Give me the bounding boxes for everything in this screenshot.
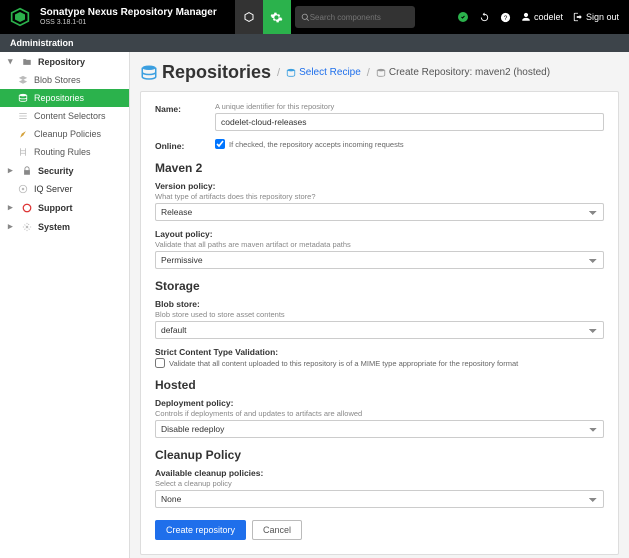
layout-policy-label: Layout policy:: [155, 229, 604, 239]
sidebar-group-security[interactable]: ▸ Security: [0, 161, 129, 180]
sidebar-item-iq-server[interactable]: IQ Server: [0, 180, 129, 198]
product-version: OSS 3.18.1-01: [40, 19, 217, 26]
online-label: Online:: [155, 139, 215, 151]
search-box[interactable]: [295, 6, 415, 28]
browse-mode-button[interactable]: [235, 0, 263, 34]
strict-validation-hint: Validate that all content uploaded to th…: [169, 359, 518, 368]
chevron-right-icon: ▸: [8, 202, 16, 213]
sidebar-item-blob-stores[interactable]: Blob Stores: [0, 71, 129, 89]
app-header: Sonatype Nexus Repository Manager OSS 3.…: [0, 0, 629, 34]
blob-store-label: Blob store:: [155, 299, 604, 309]
chevron-down-icon: ▾: [8, 56, 16, 67]
help-button[interactable]: ?: [500, 12, 511, 23]
sidebar-group-support[interactable]: ▸ Support: [0, 198, 129, 217]
sidebar-group-system[interactable]: ▸ System: [0, 217, 129, 236]
folder-icon: [22, 57, 32, 67]
blob-store-hint: Blob store used to store asset contents: [155, 310, 604, 319]
breadcrumb-current: Create Repository: maven2 (hosted): [376, 67, 550, 78]
version-policy-hint: What type of artifacts does this reposit…: [155, 192, 604, 201]
deploy-policy-label: Deployment policy:: [155, 398, 604, 408]
version-policy-label: Version policy:: [155, 181, 604, 191]
broom-icon: [18, 129, 28, 139]
form-panel: Name: A unique identifier for this repos…: [140, 91, 619, 555]
online-checkbox[interactable]: [215, 139, 225, 149]
signout-button[interactable]: Sign out: [573, 12, 619, 22]
lock-icon: [22, 166, 32, 176]
cleanup-policies-select[interactable]: None: [155, 490, 604, 508]
layout-policy-hint: Validate that all paths are maven artifa…: [155, 240, 604, 249]
list-icon: [18, 111, 28, 121]
username-label: codelet: [534, 12, 563, 22]
section-hosted: Hosted: [155, 378, 604, 392]
database-small-icon: [376, 68, 386, 78]
user-icon: [521, 12, 531, 22]
sidebar-item-repositories[interactable]: Repositories: [0, 89, 129, 107]
name-input[interactable]: [215, 113, 604, 131]
cleanup-policies-label: Available cleanup policies:: [155, 468, 604, 478]
health-status-icon[interactable]: [457, 11, 469, 23]
layout-policy-select[interactable]: Permissive: [155, 251, 604, 269]
admin-section-bar: Administration: [0, 34, 629, 52]
name-hint: A unique identifier for this repository: [215, 102, 604, 111]
deploy-policy-select[interactable]: Disable redeploy: [155, 420, 604, 438]
breadcrumb-select-recipe[interactable]: Select Recipe: [286, 67, 361, 78]
create-repository-button[interactable]: Create repository: [155, 520, 246, 540]
lifebuoy-icon: [22, 203, 32, 213]
sidebar: ▾ Repository Blob Stores Repositories Co…: [0, 52, 130, 558]
deploy-policy-hint: Controls if deployments of and updates t…: [155, 409, 604, 418]
section-maven2: Maven 2: [155, 161, 604, 175]
database-small-icon: [286, 68, 296, 78]
refresh-button[interactable]: [479, 12, 490, 23]
strict-validation-label: Strict Content Type Validation:: [155, 347, 604, 357]
signout-label: Sign out: [586, 12, 619, 22]
user-menu[interactable]: codelet: [521, 12, 563, 22]
sidebar-item-cleanup-policies[interactable]: Cleanup Policies: [0, 125, 129, 143]
page-title: Repositories: [162, 62, 271, 83]
strict-validation-checkbox[interactable]: [155, 358, 165, 368]
iq-icon: [18, 184, 28, 194]
admin-mode-button[interactable]: [263, 0, 291, 34]
database-icon: [18, 93, 28, 103]
signout-icon: [573, 12, 583, 22]
product-name: Sonatype Nexus Repository Manager: [40, 8, 217, 18]
svg-text:?: ?: [504, 14, 508, 21]
header-actions: ? codelet Sign out: [457, 11, 629, 23]
layers-icon: [18, 75, 28, 85]
blob-store-select[interactable]: default: [155, 321, 604, 339]
breadcrumb: Repositories / Select Recipe / Create Re…: [140, 62, 619, 83]
sidebar-item-routing-rules[interactable]: Routing Rules: [0, 143, 129, 161]
main-content: Repositories / Select Recipe / Create Re…: [130, 52, 629, 558]
section-cleanup: Cleanup Policy: [155, 448, 604, 462]
sidebar-group-repository[interactable]: ▾ Repository: [0, 52, 129, 71]
sidebar-item-content-selectors[interactable]: Content Selectors: [0, 107, 129, 125]
chevron-right-icon: ▸: [8, 221, 16, 232]
chevron-right-icon: ▸: [8, 165, 16, 176]
online-hint: If checked, the repository accepts incom…: [229, 140, 404, 149]
name-label: Name:: [155, 102, 215, 114]
section-storage: Storage: [155, 279, 604, 293]
cleanup-policies-hint: Select a cleanup policy: [155, 479, 604, 488]
search-icon: [301, 13, 310, 22]
search-input[interactable]: [310, 13, 400, 22]
cog-icon: [22, 222, 32, 232]
cancel-button[interactable]: Cancel: [252, 520, 302, 540]
nexus-logo-icon: [6, 3, 34, 31]
route-icon: [18, 147, 28, 157]
product-title-block: Sonatype Nexus Repository Manager OSS 3.…: [40, 8, 217, 26]
database-icon: [140, 64, 158, 82]
version-policy-select[interactable]: Release: [155, 203, 604, 221]
